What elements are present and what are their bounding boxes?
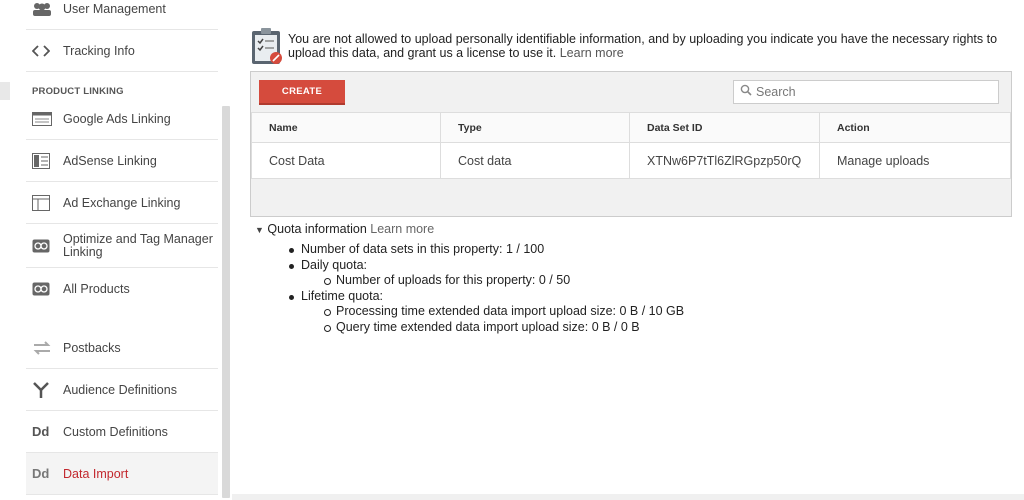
table-row: Cost Data Cost data XTNw6P7tTl6ZlRGpzp50… bbox=[251, 142, 1011, 179]
sidebar-item-data-import[interactable]: Dd Data Import bbox=[26, 453, 218, 495]
notice-text: You are not allowed to upload personally… bbox=[288, 26, 1020, 66]
quota-uploads: Number of uploads for this property: 0 /… bbox=[255, 273, 684, 289]
sidebar-item-adsense-linking[interactable]: AdSense Linking bbox=[26, 140, 218, 182]
toolbar: CREATE Search bbox=[251, 72, 1011, 112]
adsense-icon bbox=[26, 152, 63, 169]
cell-data-set-id: XTNw6P7tTl6ZlRGpzp50rQ bbox=[629, 142, 820, 179]
quota-query: Query time extended data import upload s… bbox=[255, 320, 684, 336]
cell-name[interactable]: Cost Data bbox=[251, 142, 441, 179]
sidebar: User Management Tracking Info PRODUCT LI… bbox=[0, 0, 232, 500]
ads-icon bbox=[26, 111, 63, 126]
quota-processing: Processing time extended data import upl… bbox=[255, 304, 684, 320]
notice-body: You are not allowed to upload personally… bbox=[288, 32, 998, 60]
sidebar-item-google-ads-linking[interactable]: Google Ads Linking bbox=[26, 98, 218, 140]
quota-lifetime: Lifetime quota: bbox=[255, 289, 684, 305]
column-header-action: Action bbox=[819, 112, 1011, 143]
bottom-divider bbox=[232, 494, 1024, 500]
pii-notice: You are not allowed to upload personally… bbox=[250, 26, 1020, 66]
sidebar-item-label: All Products bbox=[63, 282, 130, 296]
sidebar-edge bbox=[0, 82, 10, 100]
notice-learn-more-link[interactable]: Learn more bbox=[560, 46, 624, 60]
audience-icon bbox=[26, 381, 63, 399]
sidebar-item-optimize-tag-manager-linking[interactable]: Optimize and Tag Manager Linking bbox=[26, 224, 218, 268]
sidebar-item-label: Custom Definitions bbox=[63, 424, 168, 439]
caret-down-icon: ▼ bbox=[255, 225, 264, 235]
dd-icon: Dd bbox=[32, 466, 50, 481]
sidebar-item-user-management[interactable]: User Management bbox=[26, 0, 218, 30]
search-placeholder: Search bbox=[756, 85, 796, 99]
section-product-linking: PRODUCT LINKING bbox=[32, 86, 124, 97]
sidebar-item-postbacks[interactable]: Postbacks bbox=[26, 327, 218, 369]
sidebar-item-all-products[interactable]: All Products bbox=[26, 268, 218, 310]
sidebar-item-label: Audience Definitions bbox=[63, 382, 177, 397]
quota-list: Number of data sets in this property: 1 … bbox=[255, 242, 684, 335]
sidebar-item-audience-definitions[interactable]: Audience Definitions bbox=[26, 369, 218, 411]
code-icon bbox=[26, 44, 63, 57]
sidebar-item-label: Tracking Info bbox=[63, 43, 135, 58]
sidebar-item-ad-exchange-linking[interactable]: Ad Exchange Linking bbox=[26, 182, 218, 224]
table-header-row: Name Type Data Set ID Action bbox=[251, 112, 1011, 143]
sidebar-item-label: Google Ads Linking bbox=[63, 111, 171, 126]
clipboard-icon bbox=[250, 26, 284, 66]
sidebar-item-label: Optimize and Tag Manager Linking bbox=[63, 231, 213, 259]
sidebar-item-tracking-info[interactable]: Tracking Info bbox=[26, 30, 218, 72]
quota-daily: Daily quota: bbox=[255, 258, 684, 274]
quota-data-sets: Number of data sets in this property: 1 … bbox=[255, 242, 684, 258]
sidebar-item-label: User Management bbox=[63, 1, 166, 16]
dd-icon: Dd bbox=[32, 424, 50, 439]
sidebar-item-label: Postbacks bbox=[63, 340, 121, 355]
sidebar-item-label: Ad Exchange Linking bbox=[63, 195, 181, 210]
main-content: You are not allowed to upload personally… bbox=[232, 0, 1024, 500]
sidebar-item-label: Data Import bbox=[63, 466, 129, 481]
quota-information: ▼ Quota information Learn more Number of… bbox=[255, 222, 684, 335]
adexchange-icon bbox=[26, 194, 63, 211]
sidebar-item-label: AdSense Linking bbox=[63, 153, 157, 168]
search-icon bbox=[740, 83, 752, 101]
data-sets-table: Name Type Data Set ID Action Cost Data C… bbox=[251, 112, 1011, 179]
data-sets-panel: CREATE Search Name Type Data Set ID Acti… bbox=[250, 71, 1012, 217]
column-header-type[interactable]: Type bbox=[440, 112, 630, 143]
sidebar-item-custom-definitions[interactable]: Dd Custom Definitions bbox=[26, 411, 218, 453]
column-header-name[interactable]: Name bbox=[251, 112, 441, 143]
users-icon bbox=[26, 2, 63, 16]
create-button[interactable]: CREATE bbox=[259, 80, 345, 105]
sidebar-scrollbar[interactable] bbox=[222, 106, 230, 498]
link-icon bbox=[26, 239, 63, 253]
link-icon bbox=[26, 282, 63, 296]
column-header-data-set-id[interactable]: Data Set ID bbox=[629, 112, 820, 143]
cell-type: Cost data bbox=[440, 142, 630, 179]
search-input[interactable]: Search bbox=[733, 80, 999, 104]
postbacks-icon bbox=[26, 340, 63, 355]
quota-title: Quota information bbox=[267, 222, 367, 236]
quota-header[interactable]: ▼ Quota information Learn more bbox=[255, 222, 684, 236]
manage-uploads-link[interactable]: Manage uploads bbox=[819, 142, 1011, 179]
quota-learn-more-link[interactable]: Learn more bbox=[370, 222, 434, 236]
